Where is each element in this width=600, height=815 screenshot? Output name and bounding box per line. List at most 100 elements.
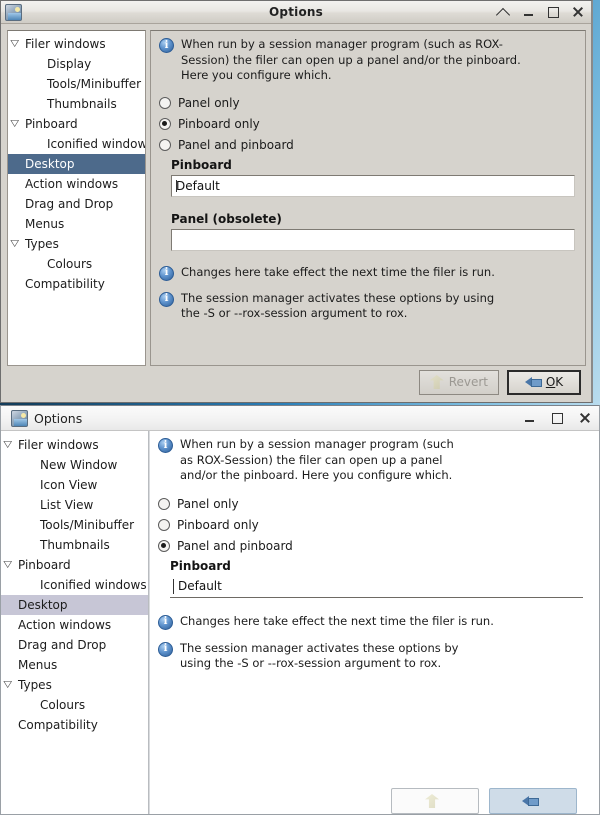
tree-item-iconified-windows[interactable]: Iconified windows (8, 134, 145, 154)
tree-item-tools-minibuffer[interactable]: Tools/Minibuffer (8, 74, 145, 94)
radio-label: Panel only (177, 497, 239, 511)
tree-item-compatibility[interactable]: Compatibility (8, 274, 145, 294)
revert-icon (429, 375, 444, 389)
options-content-bottom: When run by a session manager program (s… (149, 431, 599, 814)
radio-icon[interactable] (158, 519, 170, 531)
tree-item-icon-view[interactable]: Icon View (1, 475, 148, 495)
tree-item-drag-and-drop[interactable]: Drag and Drop (1, 635, 148, 655)
tree-item-colours[interactable]: Colours (8, 254, 145, 274)
panel-input[interactable] (171, 228, 575, 251)
tree-item-thumbnails[interactable]: Thumbnails (1, 535, 148, 555)
shade-button[interactable] (497, 6, 509, 18)
tree-item-label: Compatibility (18, 718, 98, 732)
radio-panel-only[interactable]: Panel only (158, 494, 589, 515)
radio-icon[interactable] (159, 97, 171, 109)
info-icon (158, 438, 173, 453)
options-window-bottom[interactable]: Options ▽ Filer windows New Window Icon … (0, 405, 600, 815)
tree-item-label: Pinboard (25, 117, 78, 131)
tree-item-label: List View (40, 498, 94, 512)
back-arrow-icon (524, 375, 542, 389)
note-2-text: The session manager activates these opti… (181, 290, 495, 321)
info-icon (159, 291, 174, 307)
note-1-row: Changes here take effect the next time t… (158, 614, 589, 630)
tree-item-filer-windows[interactable]: ▽ Filer windows (8, 34, 145, 54)
tree-item-desktop[interactable]: Desktop (8, 154, 145, 174)
chevron-down-icon[interactable]: ▽ (10, 119, 26, 129)
options-category-tree-bottom[interactable]: ▽ Filer windows New Window Icon View Lis… (1, 431, 149, 814)
tree-item-action-windows[interactable]: Action windows (8, 174, 145, 194)
note-1-row: Changes here take effect the next time t… (159, 265, 577, 281)
radio-icon[interactable] (158, 498, 170, 510)
chevron-down-icon[interactable]: ▽ (10, 39, 26, 49)
ok-button[interactable] (489, 788, 577, 814)
revert-button-label: Revert (448, 375, 488, 389)
rox-options-icon (11, 409, 28, 427)
tree-item-list-view[interactable]: List View (1, 495, 148, 515)
intro-info-row: When run by a session manager program (s… (158, 437, 589, 484)
tree-item-action-windows[interactable]: Action windows (1, 615, 148, 635)
radio-pinboard-only[interactable]: Pinboard only (159, 114, 577, 135)
maximize-button[interactable] (547, 6, 559, 18)
tree-item-label: Desktop (25, 157, 75, 171)
tree-item-label: Iconified windows (40, 578, 147, 592)
tree-item-desktop[interactable]: Desktop (1, 595, 148, 615)
tree-item-menus[interactable]: Menus (1, 655, 148, 675)
radio-icon-selected[interactable] (159, 118, 171, 130)
tree-item-types[interactable]: ▽ Types (1, 675, 148, 695)
chevron-down-icon[interactable]: ▽ (3, 440, 19, 450)
tree-item-label: Drag and Drop (25, 197, 114, 211)
note-2-text: The session manager activates these opti… (180, 640, 459, 671)
minimize-button[interactable] (523, 412, 535, 424)
chevron-down-icon[interactable]: ▽ (10, 239, 26, 249)
chevron-down-icon[interactable]: ▽ (3, 680, 19, 690)
titlebar-top[interactable]: Options (1, 1, 591, 24)
options-window-top[interactable]: Options ▽ Filer windows Display Tools/Mi… (0, 0, 593, 403)
ok-button-mnemonic: O (545, 375, 556, 389)
radio-pinboard-only[interactable]: Pinboard only (158, 515, 589, 536)
close-button[interactable] (572, 6, 584, 18)
tree-item-types[interactable]: ▽ Types (8, 234, 145, 254)
radio-panel-only[interactable]: Panel only (159, 93, 577, 114)
note-2-row: The session manager activates these opti… (158, 641, 589, 672)
revert-button[interactable]: Revert (418, 369, 499, 395)
maximize-button[interactable] (551, 412, 563, 424)
radio-icon-selected[interactable] (158, 540, 170, 552)
tree-item-label: Action windows (25, 177, 119, 191)
tree-item-colours[interactable]: Colours (1, 695, 148, 715)
titlebar-bottom[interactable]: Options (1, 406, 599, 431)
tree-item-new-window[interactable]: New Window (1, 455, 148, 475)
tree-item-label: Desktop (18, 598, 68, 612)
tree-item-drag-and-drop[interactable]: Drag and Drop (8, 194, 145, 214)
radio-panel-and-pinboard[interactable]: Panel and pinboard (158, 536, 589, 557)
intro-info-text: When run by a session manager program (s… (180, 437, 454, 482)
action-bar-top: Revert OK (1, 366, 591, 402)
tree-item-label: Tools/Minibuffer (40, 518, 135, 532)
ok-button[interactable]: OK (507, 369, 581, 395)
titlebar-buttons (497, 6, 584, 18)
close-button[interactable] (579, 412, 591, 424)
tree-item-compatibility[interactable]: Compatibility (1, 715, 148, 735)
tree-item-display[interactable]: Display (8, 54, 145, 74)
tree-item-tools-minibuffer[interactable]: Tools/Minibuffer (1, 515, 148, 535)
tree-item-pinboard[interactable]: ▽ Pinboard (1, 555, 148, 575)
options-category-tree-top[interactable]: ▽ Filer windows Display Tools/Minibuffer… (7, 30, 146, 366)
tree-item-menus[interactable]: Menus (8, 214, 145, 234)
tree-item-pinboard[interactable]: ▽ Pinboard (8, 114, 145, 134)
tree-item-thumbnails[interactable]: Thumbnails (8, 94, 145, 114)
tree-item-iconified-windows[interactable]: Iconified windows (1, 575, 148, 595)
pinboard-input[interactable]: Default (170, 576, 583, 598)
tree-item-label: Menus (25, 217, 65, 231)
chevron-down-icon[interactable]: ▽ (3, 560, 19, 570)
tree-item-label: Iconified windows (47, 137, 146, 151)
revert-icon (425, 794, 439, 808)
note-1-text: Changes here take effect the next time t… (180, 613, 494, 628)
intro-info-row: When run by a session manager program (s… (159, 37, 577, 84)
pinboard-input[interactable]: Default (171, 174, 575, 197)
radio-icon[interactable] (159, 139, 171, 151)
revert-button[interactable] (391, 788, 479, 814)
radio-panel-and-pinboard[interactable]: Panel and pinboard (159, 135, 577, 156)
tree-item-filer-windows[interactable]: ▽ Filer windows (1, 435, 148, 455)
radio-label: Panel and pinboard (177, 539, 293, 553)
minimize-button[interactable] (522, 6, 534, 18)
pinboard-heading: Pinboard (170, 558, 231, 573)
